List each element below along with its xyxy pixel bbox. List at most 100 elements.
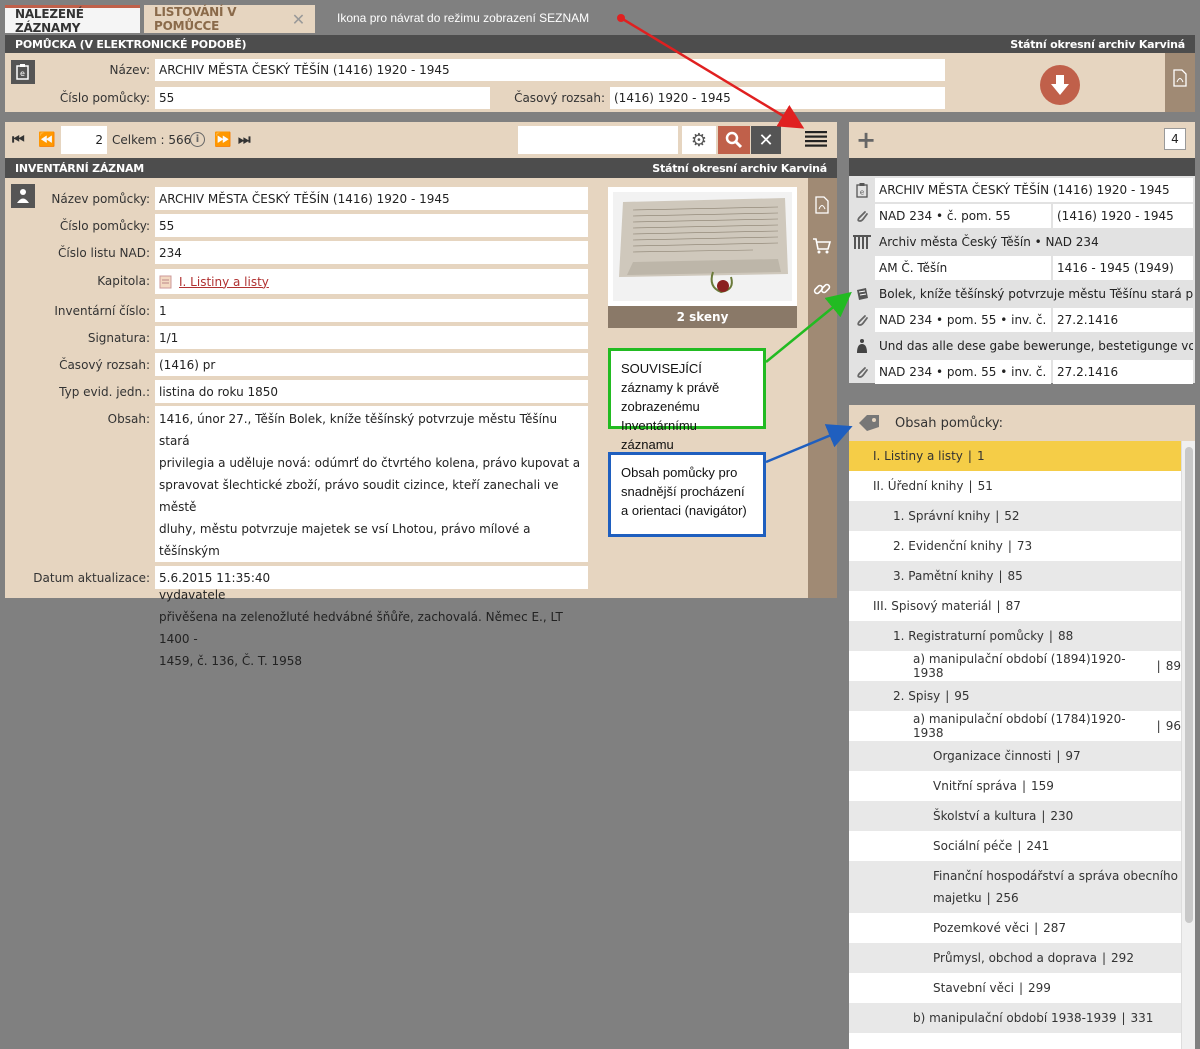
annotation-navigator: Obsah pomůcky pro snadnější procházení a… [608,452,766,537]
tab-label: LISTOVÁNÍ V POMŮCCE [154,5,237,33]
tree-item[interactable]: 3. Pamětní knihy | 85 [849,561,1181,591]
paperclip-icon [849,203,875,229]
first-page-icon[interactable]: ⏮ [12,132,25,148]
link-icon[interactable] [813,280,831,298]
related-header [849,158,1195,176]
rozsah-value: (1416) 1920 - 1945 [610,87,945,109]
empty-icon [849,255,875,281]
seal-icon [849,333,875,359]
list-item[interactable]: NAD 234 • pom. 55 • inv. č. 1 27.2.1416 [849,307,1195,333]
scrollbar-thumb[interactable] [1185,447,1193,923]
related-date: 27.2.1416 [1053,308,1193,332]
tree-item[interactable]: a) manipulační období (1784)1920-1938 | 96 [849,711,1181,741]
tree-item-label: I. Listiny a listy [873,449,963,463]
field-value-obsah: 1416, únor 27., Těšín Bolek, kníže těšín… [155,406,588,668]
field-label: Inventární číslo: [54,304,150,318]
list-item[interactable]: Archiv města Český Těšín • NAD 234 [849,229,1195,255]
gear-icon[interactable]: ⚙ [682,126,716,154]
tree-item-label: Organizace činnosti [933,749,1052,763]
tree-item-num: 96 [1165,719,1181,733]
list-view-icon[interactable] [805,130,827,150]
field-value-inv: 1 [155,299,588,322]
tree-item[interactable]: Pozemkové věci | 287 [849,913,1181,943]
last-page-icon[interactable]: ⏭ [238,132,251,148]
tree-item-num: 287 [1043,921,1067,935]
tree-item[interactable]: b) manipulační období 1938-1939 | 331 [849,1003,1181,1033]
tree-item-num: 87 [1005,599,1021,613]
tree-scrollbar[interactable] [1181,441,1195,1049]
tree-item-label: 3. Pamětní knihy [893,569,994,583]
tree-item[interactable]: Finanční hospodářství a správa obecního … [849,861,1181,913]
page-input[interactable]: 2 [61,126,107,154]
cislo-value: 55 [155,87,490,109]
list-item[interactable]: NAD 234 • pom. 55 • inv. č. 1 27.2.1416 [849,359,1195,385]
tree-item[interactable]: III. Spisový materiál | 87 [849,591,1181,621]
tree-item[interactable]: Organizace činnosti | 97 [849,741,1181,771]
tree-item-num: 299 [1028,981,1051,995]
tree-item-num: 95 [954,689,970,703]
paperclip-icon [849,359,875,385]
add-icon[interactable]: + [856,126,876,154]
close-icon[interactable]: ✕ [292,10,305,29]
obsah-line: dluhy, městu potvrzuje majetek se vsí Lh… [159,522,531,558]
cislo-label: Číslo pomůcky: [59,91,150,105]
scans-count[interactable]: 2 skeny [608,306,797,328]
field-label: Datum aktualizace: [33,571,150,585]
list-item[interactable]: Bolek, kníže těšínský potvrzuje městu Tě… [849,281,1195,307]
search-button[interactable] [718,126,750,154]
field-value-datum: 5.6.2015 11:35:40 [155,566,588,589]
search-input[interactable] [518,126,678,154]
tree-item-label: a) manipulační období (1784)1920-1938 [913,712,1126,740]
tree-item[interactable]: 2. Spisy | 95 [849,681,1181,711]
field-value-kapitola: I. Listiny a listy [155,269,588,294]
download-button[interactable] [1040,65,1080,105]
pdf-icon[interactable] [1173,69,1187,87]
scroll-icon [849,281,875,307]
info-icon[interactable]: i [190,132,205,147]
tree-item-num: 51 [977,479,993,493]
field-label: Číslo pomůcky: [59,219,150,233]
pomucka-side [1165,53,1195,112]
related-meta: NAD 234 • pom. 55 • inv. č. 1 [875,308,1051,332]
tree-item[interactable]: I. Listiny a listy | 1 [849,441,1181,471]
tree-item[interactable]: 1. Správní knihy | 52 [849,501,1181,531]
clear-search-button[interactable]: ✕ [751,126,781,154]
tree-item-label: 1. Správní knihy [893,509,991,523]
tree-item-label: Sociální péče [933,839,1013,853]
prev-page-icon[interactable]: ⏪ [38,132,55,148]
tree-item[interactable]: Stavební věci | 299 [849,973,1181,1003]
tree-item[interactable]: 1. Registraturní pomůcky | 88 [849,621,1181,651]
next-page-icon[interactable]: ⏩ [214,132,231,148]
tab-browse-aid[interactable]: LISTOVÁNÍ V POMŮCCE ✕ [144,5,315,33]
tree-item[interactable]: Vnitřní správa | 159 [849,771,1181,801]
document-icon: e [11,60,35,84]
kapitola-link[interactable]: I. Listiny a listy [179,275,269,289]
list-item[interactable]: AM Č. Těšín 1416 - 1945 (1949) [849,255,1195,281]
scan-thumbnail[interactable] [608,187,797,306]
tree-item-label: Školství a kultura [933,809,1037,823]
field-label: Obsah: [107,412,150,426]
field-value-nazev: ARCHIV MĚSTA ČESKÝ TĚŠÍN (1416) 1920 - 1… [155,187,588,210]
document-scan-image [613,192,792,301]
tree-item[interactable]: Průmysl, obchod a doprava | 292 [849,943,1181,973]
tree-item-label: Průmysl, obchod a doprava [933,951,1097,965]
tree-item[interactable]: a) manipulační období (1894)1920-1938 | 89 [849,651,1181,681]
tree-item[interactable]: Školství a kultura | 230 [849,801,1181,831]
tree-item-num: 292 [1111,951,1134,965]
tree-item[interactable]: Sociální péče | 241 [849,831,1181,861]
field-value-cislo: 55 [155,214,588,237]
pdf-icon[interactable] [815,196,829,214]
tree-item[interactable]: II. Úřední knihy | 51 [849,471,1181,501]
cart-icon[interactable] [813,238,831,254]
list-item[interactable]: NAD 234 • č. pom. 55 (1416) 1920 - 1945 [849,203,1195,229]
tree-title: Obsah pomůcky: [895,415,1004,431]
tree-item[interactable]: 2. Evidenční knihy | 73 [849,531,1181,561]
tab-found-records[interactable]: NALEZENÉ ZÁZNAMY [5,5,140,35]
related-meta: NAD 234 • č. pom. 55 [875,204,1051,228]
list-item[interactable]: Und das alle dese gabe bewerunge, bestet… [849,333,1195,359]
field-label: Číslo listu NAD: [58,246,150,260]
pomucka-header: POMŮCKA (V ELEKTRONICKÉ PODOBĚ) Státní o… [5,35,1195,53]
annotation-dot [617,14,625,22]
tree-item-num: 89 [1165,659,1181,673]
list-item[interactable]: e ARCHIV MĚSTA ČESKÝ TĚŠÍN (1416) 1920 -… [849,177,1195,203]
